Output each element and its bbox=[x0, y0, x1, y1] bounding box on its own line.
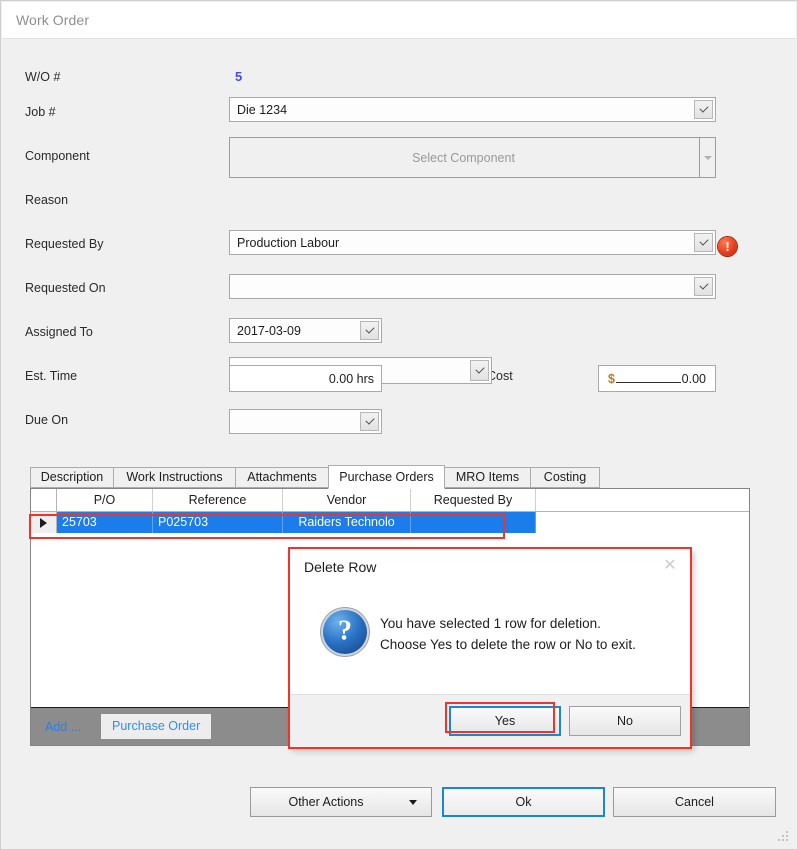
work-order-window: Work Order W/O # Job # Component Reason … bbox=[0, 0, 798, 850]
yes-label: Yes bbox=[494, 714, 516, 728]
cell-vendor: Raiders Technolo bbox=[283, 512, 411, 533]
requested-on-datepicker[interactable]: 2017-03-09 bbox=[229, 318, 382, 343]
component-dropdown-icon[interactable] bbox=[699, 138, 715, 177]
tab-mro-items[interactable]: MRO Items bbox=[444, 467, 531, 488]
grid-header-row: P/O Reference Vendor Requested By bbox=[31, 489, 749, 512]
dialog-no-button[interactable]: No bbox=[569, 706, 681, 736]
close-icon[interactable]: ✕ bbox=[656, 555, 684, 577]
cell-requested-by bbox=[411, 512, 536, 533]
requested-on-value: 2017-03-09 bbox=[237, 323, 301, 338]
wo-number-value: 5 bbox=[235, 69, 243, 84]
row-selector-icon[interactable] bbox=[31, 512, 57, 533]
dialog-body: ? You have selected 1 row for deletion. … bbox=[290, 589, 690, 696]
chevron-down-icon[interactable] bbox=[694, 233, 713, 252]
reason-combo[interactable]: Production Labour bbox=[229, 230, 716, 255]
job-number-combo[interactable]: Die 1234 bbox=[229, 97, 716, 122]
currency-symbol: $ bbox=[608, 371, 615, 386]
chevron-down-icon[interactable] bbox=[694, 277, 713, 296]
dialog-message-line2: Choose Yes to delete the row or No to ex… bbox=[380, 637, 636, 652]
no-label: No bbox=[617, 714, 633, 728]
add-label: Add ... bbox=[45, 720, 82, 734]
tab-attachments[interactable]: Attachments bbox=[235, 467, 329, 488]
chevron-down-icon[interactable] bbox=[360, 412, 379, 431]
dialog-footer: Yes No bbox=[290, 694, 690, 747]
column-header-reference[interactable]: Reference bbox=[153, 489, 283, 511]
add-purchase-order-button[interactable]: Purchase Order bbox=[101, 714, 212, 739]
label-job-number: Job # bbox=[25, 105, 56, 119]
chevron-down-icon[interactable] bbox=[360, 321, 379, 340]
label-assigned-to: Assigned To bbox=[25, 325, 93, 339]
tab-strip: Description Work Instructions Attachment… bbox=[30, 465, 614, 489]
chevron-down-icon bbox=[409, 800, 417, 805]
reason-value: Production Labour bbox=[237, 235, 340, 250]
cost-mask-underline bbox=[615, 381, 681, 383]
component-placeholder: Select Component bbox=[412, 150, 515, 165]
question-icon: ? bbox=[323, 610, 367, 654]
label-reason: Reason bbox=[25, 193, 69, 207]
tab-costing[interactable]: Costing bbox=[530, 467, 600, 488]
window-title: Work Order bbox=[16, 12, 90, 28]
dialog-message: You have selected 1 row for deletion. Ch… bbox=[380, 613, 636, 655]
tab-description[interactable]: Description bbox=[30, 467, 114, 488]
est-time-value: 0.00 hrs bbox=[328, 371, 374, 386]
table-row[interactable]: 25703 P025703 Raiders Technolo bbox=[31, 512, 749, 533]
label-wo-number: W/O # bbox=[25, 70, 61, 84]
window-titlebar: Work Order bbox=[2, 2, 796, 39]
delete-row-dialog: Delete Row ✕ ? You have selected 1 row f… bbox=[289, 548, 691, 748]
component-selector[interactable]: Select Component bbox=[229, 137, 716, 178]
est-cost-input[interactable]: $ 0.00 bbox=[598, 365, 716, 392]
column-header-requested-by[interactable]: Requested By bbox=[411, 489, 536, 511]
ok-label: Ok bbox=[515, 795, 532, 809]
cancel-button[interactable]: Cancel bbox=[613, 787, 776, 817]
dialog-title: Delete Row bbox=[304, 559, 377, 575]
cancel-label: Cancel bbox=[675, 795, 714, 809]
error-icon[interactable]: ! bbox=[718, 237, 737, 256]
other-actions-label: Other Actions bbox=[288, 795, 364, 809]
dialog-yes-button[interactable]: Yes bbox=[449, 706, 561, 736]
tab-purchase-orders[interactable]: Purchase Orders bbox=[328, 465, 445, 489]
tab-work-instructions[interactable]: Work Instructions bbox=[113, 467, 236, 488]
est-time-input[interactable]: 0.00 hrs bbox=[229, 365, 382, 392]
requested-by-combo[interactable] bbox=[229, 274, 716, 299]
chevron-down-icon[interactable] bbox=[470, 360, 489, 381]
other-actions-button[interactable]: Other Actions bbox=[250, 787, 432, 817]
due-on-datepicker[interactable] bbox=[229, 409, 382, 434]
est-cost-value: 0.00 bbox=[681, 371, 706, 386]
ok-button[interactable]: Ok bbox=[442, 787, 605, 817]
column-header-vendor[interactable]: Vendor bbox=[283, 489, 411, 511]
label-requested-on: Requested On bbox=[25, 281, 106, 295]
label-est-time: Est. Time bbox=[25, 369, 78, 383]
job-number-value: Die 1234 bbox=[237, 102, 288, 117]
label-due-on: Due On bbox=[25, 413, 69, 427]
label-component: Component bbox=[25, 149, 90, 163]
resize-grip[interactable] bbox=[777, 831, 790, 844]
label-requested-by: Requested By bbox=[25, 237, 104, 251]
cell-po: 25703 bbox=[57, 512, 153, 533]
dialog-message-line1: You have selected 1 row for deletion. bbox=[380, 616, 601, 631]
column-header-po[interactable]: P/O bbox=[57, 489, 153, 511]
cell-reference: P025703 bbox=[153, 512, 283, 533]
chevron-down-icon[interactable] bbox=[694, 100, 713, 119]
